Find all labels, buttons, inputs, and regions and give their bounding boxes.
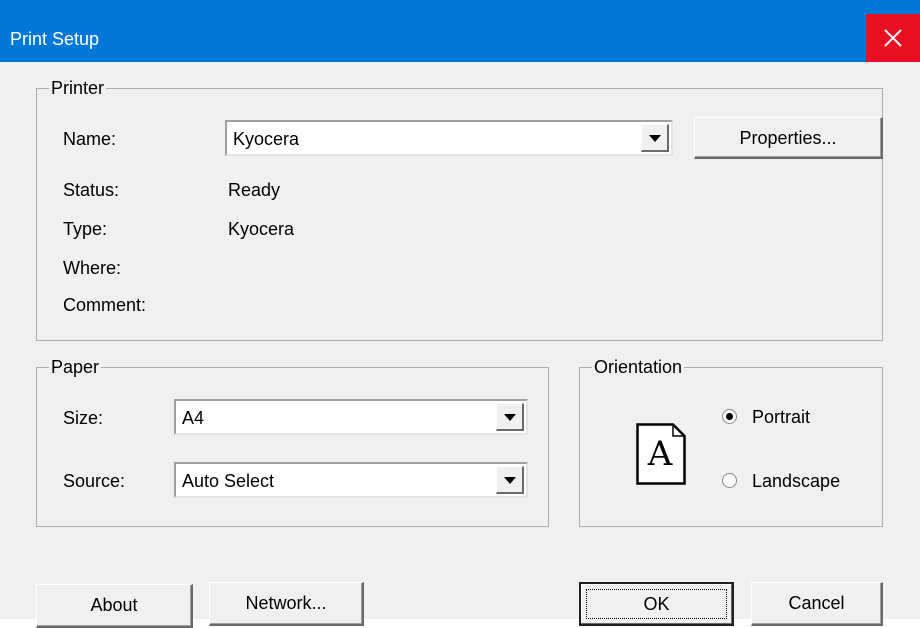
network-button[interactable]: Network... — [209, 582, 364, 626]
paper-source-dropdown-button[interactable] — [496, 466, 524, 494]
status-value: Ready — [228, 180, 281, 200]
orientation-group-legend: Orientation — [594, 357, 683, 377]
portrait-radio[interactable] — [722, 409, 737, 424]
close-icon — [884, 29, 902, 47]
status-label: Status: — [63, 180, 120, 200]
title-bar[interactable]: Print Setup — [0, 0, 920, 62]
printer-group-legend: Printer — [51, 78, 105, 98]
paper-size-select[interactable]: A4 — [174, 399, 528, 435]
paper-source-select[interactable]: Auto Select — [174, 462, 528, 498]
chevron-down-icon — [649, 135, 661, 142]
portrait-page-icon: A — [636, 423, 686, 485]
type-label: Type: — [63, 219, 108, 239]
cancel-button-label: Cancel — [788, 593, 845, 613]
properties-button[interactable]: Properties... — [694, 117, 883, 159]
landscape-label[interactable]: Landscape — [752, 470, 840, 492]
orientation-group: Orientation — [579, 356, 883, 527]
chevron-down-icon — [504, 477, 516, 484]
about-button-label: About — [90, 595, 138, 615]
portrait-page-glyph: A — [647, 434, 673, 474]
about-button[interactable]: About — [36, 584, 193, 628]
ok-button[interactable]: OK — [579, 582, 734, 626]
paper-size-dropdown-button[interactable] — [496, 403, 524, 431]
comment-label: Comment: — [63, 295, 147, 315]
paper-source-label: Source: — [63, 471, 126, 491]
close-button[interactable] — [866, 14, 920, 62]
chevron-down-icon — [504, 414, 516, 421]
dialog-title: Print Setup — [10, 29, 100, 49]
paper-size-label: Size: — [63, 408, 104, 428]
ok-button-label: OK — [643, 594, 670, 614]
where-label: Where: — [63, 258, 122, 278]
printer-name-value: Kyocera — [233, 129, 300, 149]
properties-button-label: Properties... — [739, 128, 837, 148]
cancel-button[interactable]: Cancel — [751, 582, 883, 626]
printer-name-dropdown-button[interactable] — [641, 124, 669, 152]
paper-group: Paper — [36, 356, 549, 527]
portrait-label[interactable]: Portrait — [752, 406, 810, 428]
landscape-radio[interactable] — [722, 473, 737, 488]
network-button-label: Network... — [245, 593, 327, 613]
print-setup-dialog: Print Setup Printer Name: Kyocera Proper… — [0, 0, 920, 628]
paper-size-value: A4 — [182, 408, 205, 428]
paper-group-legend: Paper — [51, 357, 100, 377]
printer-name-label: Name: — [63, 129, 117, 149]
printer-name-select[interactable]: Kyocera — [225, 120, 673, 156]
type-value: Kyocera — [228, 219, 295, 239]
paper-source-value: Auto Select — [182, 471, 275, 491]
